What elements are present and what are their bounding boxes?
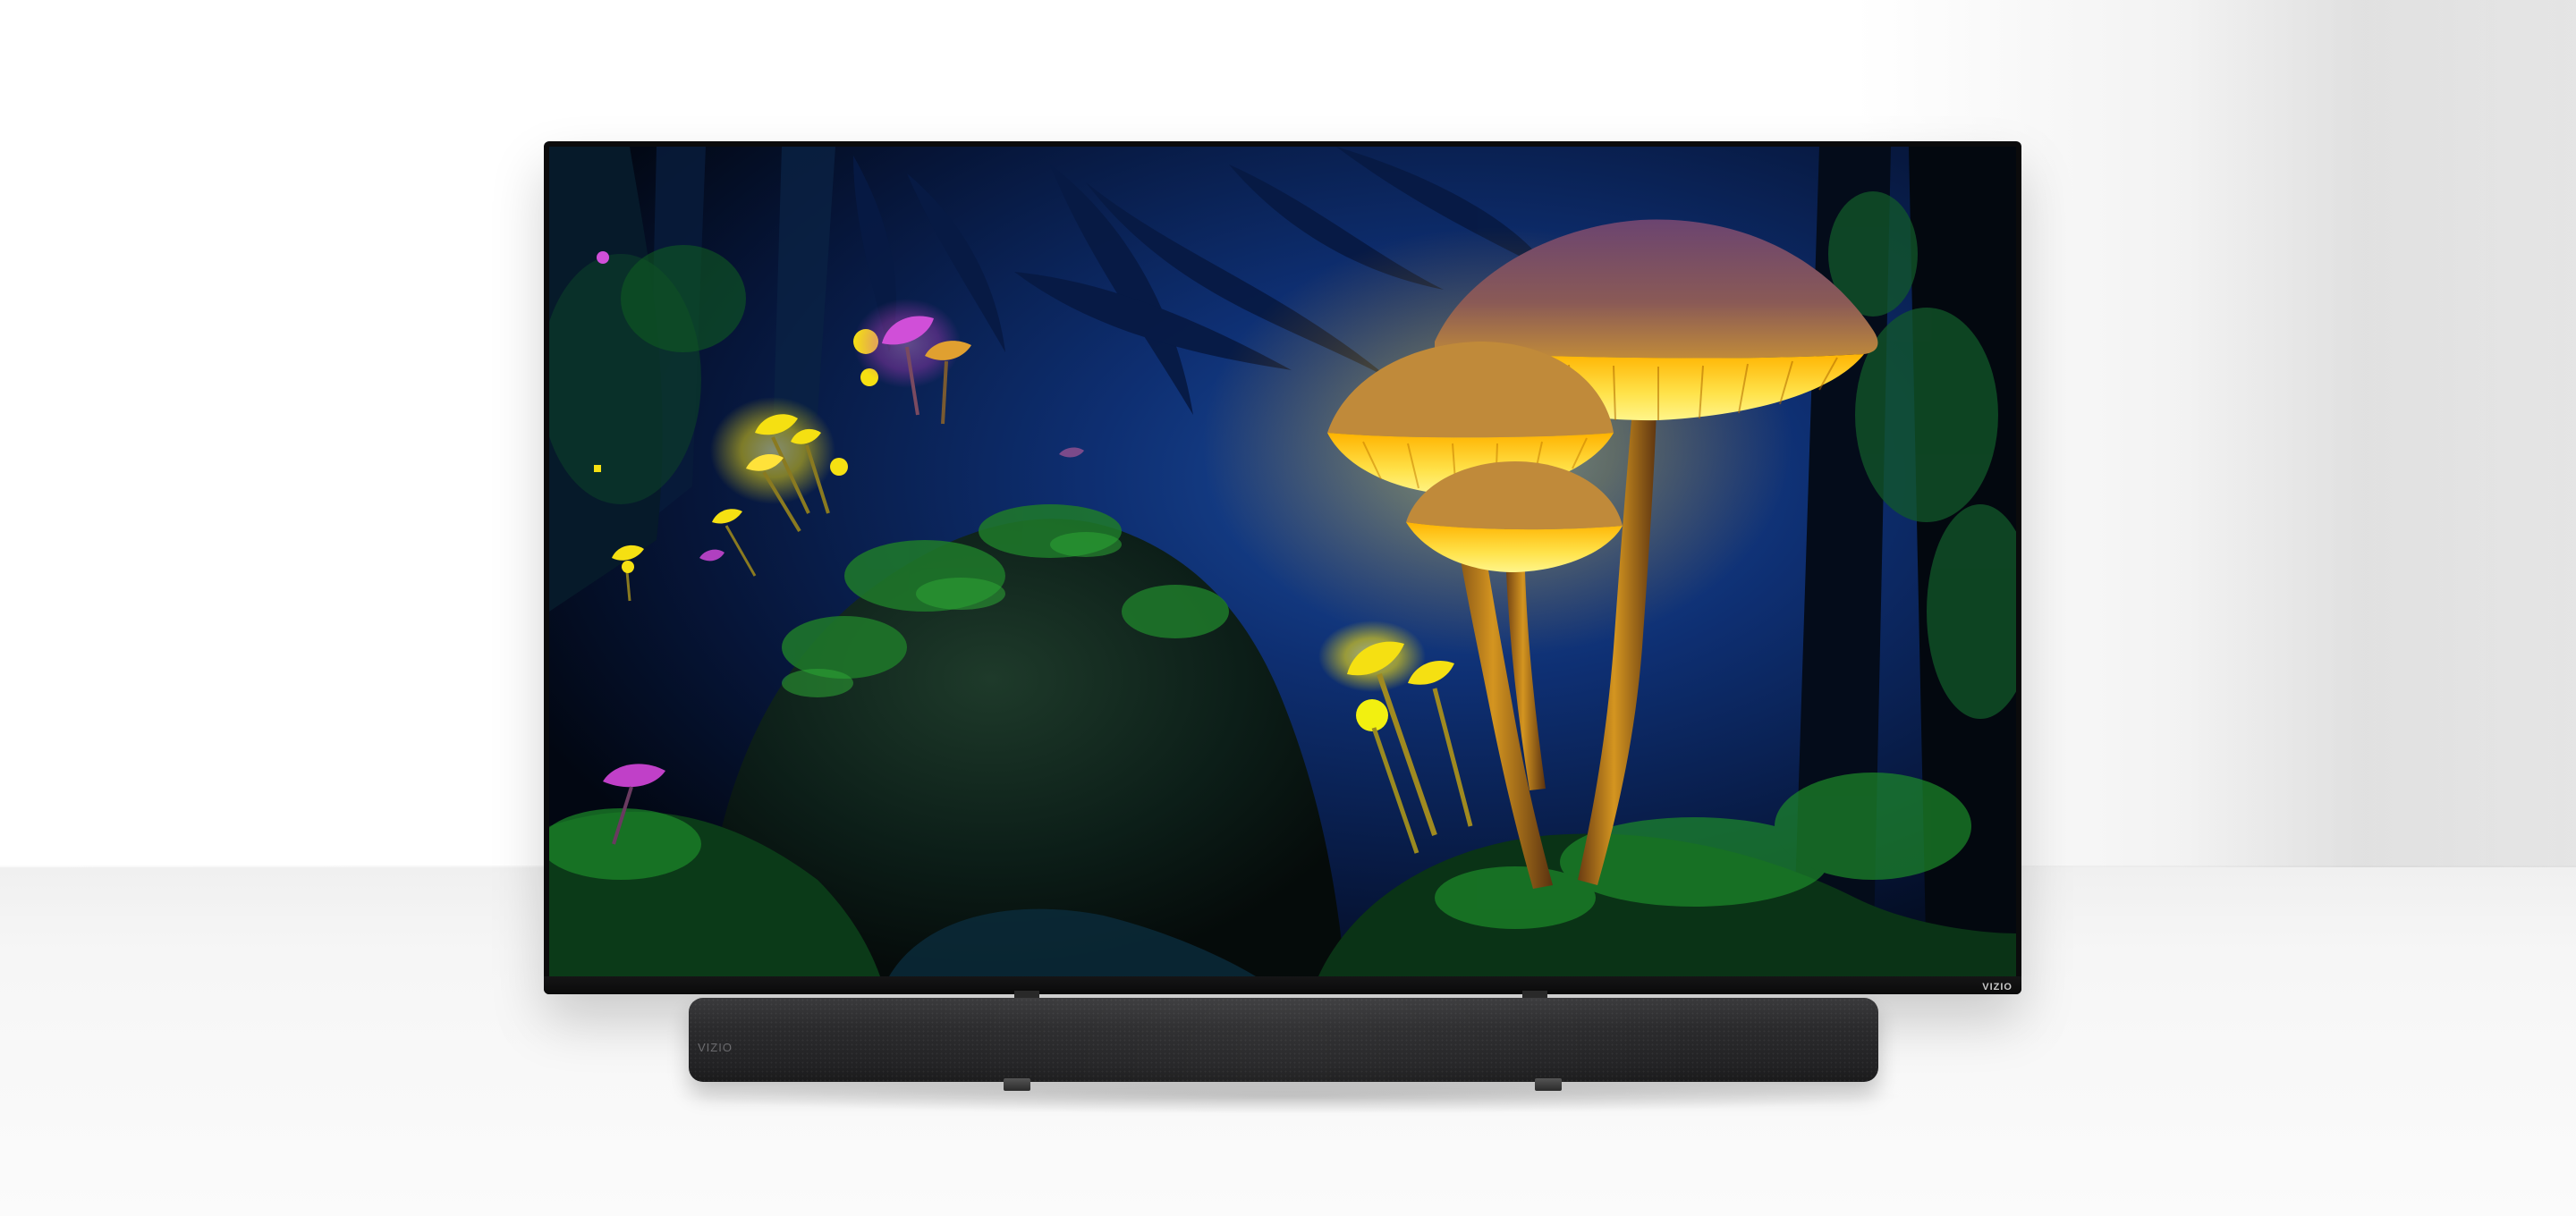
soundbar-brand-logo: VIZIO: [698, 1041, 733, 1054]
tv-screen: [549, 147, 2016, 976]
tv-bottom-bezel: VIZIO: [544, 976, 2021, 994]
soundbar-foot-right: [1535, 1078, 1562, 1091]
product-scene: VIZIO VIZIO: [0, 0, 2576, 1216]
tv-brand-logo: VIZIO: [1982, 982, 2012, 992]
television: VIZIO: [544, 141, 2021, 994]
soundbar-shadow: [662, 1078, 1914, 1114]
mushroom-forest-artwork: [549, 147, 2016, 976]
soundbar-foot-left: [1004, 1078, 1030, 1091]
soundbar: VIZIO: [689, 998, 1878, 1082]
